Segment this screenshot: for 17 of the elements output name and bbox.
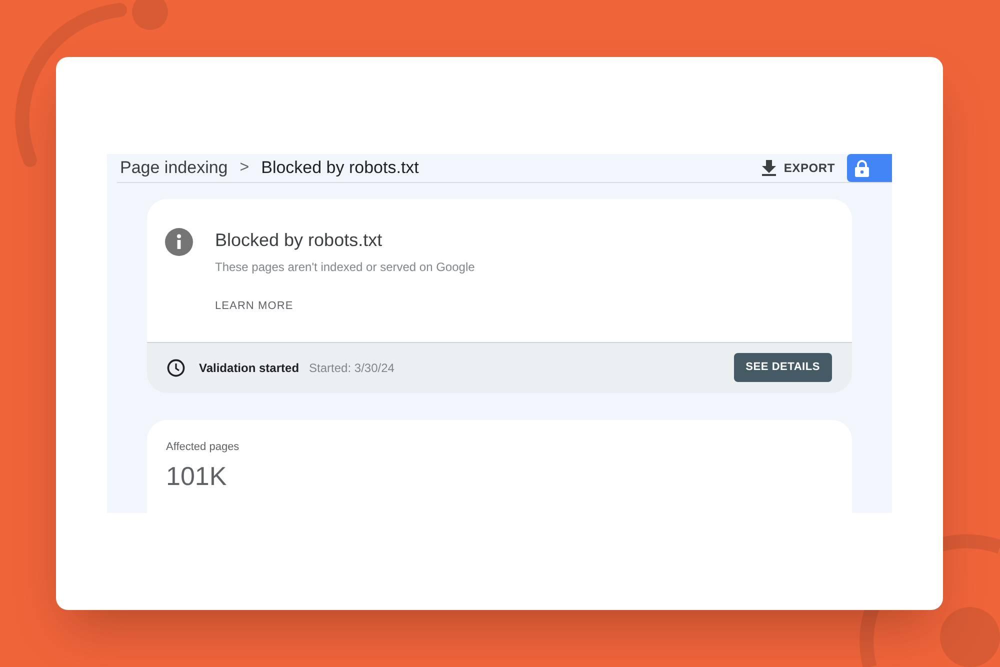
issue-description: These pages aren't indexed or served on Google	[215, 259, 475, 276]
share-button[interactable]	[847, 154, 892, 182]
breadcrumb-separator: >	[240, 158, 250, 178]
export-button[interactable]: EXPORT	[762, 159, 835, 177]
learn-more-link[interactable]: LEARN MORE	[215, 298, 294, 314]
validation-status: Validation started	[199, 360, 300, 376]
download-icon	[762, 160, 776, 176]
info-icon	[165, 228, 193, 256]
breadcrumb-current: Blocked by robots.txt	[261, 157, 419, 180]
breadcrumb-link[interactable]: Page indexing	[120, 155, 228, 181]
clock-icon	[167, 358, 185, 376]
validation-date: Started: 3/30/24	[309, 360, 394, 376]
issue-title: Blocked by robots.txt	[215, 229, 384, 252]
see-details-button[interactable]: SEE DETAILS	[734, 353, 832, 382]
lock-icon	[855, 160, 869, 176]
summary-label: Affected pages	[166, 440, 240, 454]
summary-value: 101K	[166, 460, 227, 493]
